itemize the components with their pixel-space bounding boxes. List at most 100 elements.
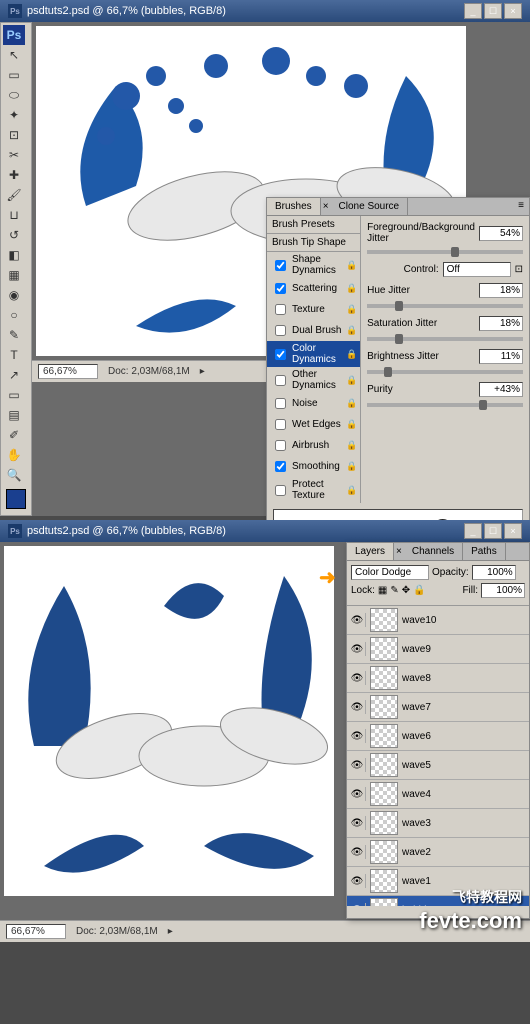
fgbg-slider[interactable] — [367, 250, 523, 254]
control-dropdown[interactable]: Off — [443, 262, 511, 277]
blend-mode-dropdown[interactable]: Color Dodge — [351, 565, 429, 580]
layer-thumbnail[interactable] — [370, 608, 398, 632]
tab-channels[interactable]: Channels — [404, 543, 463, 560]
minimize-button[interactable]: _ — [464, 3, 482, 19]
preset-dual-brush[interactable]: Dual Brush🔒 — [267, 320, 360, 341]
hand-tool-icon[interactable]: ✋ — [3, 445, 25, 465]
lock-icon[interactable]: 🔒 — [346, 461, 356, 472]
fgbg-jitter-value[interactable]: 54% — [479, 226, 523, 241]
close-button[interactable]: × — [504, 523, 522, 539]
zoom-level[interactable]: 66,67% — [38, 364, 98, 379]
preset-checkbox[interactable] — [275, 440, 286, 451]
visibility-eye-icon[interactable]: 👁 — [349, 700, 366, 714]
preset-protect-texture[interactable]: Protect Texture🔒 — [267, 477, 360, 503]
lock-icon[interactable]: 🔒 — [346, 398, 356, 409]
layer-thumbnail[interactable] — [370, 695, 398, 719]
layer-wave5[interactable]: 👁wave5 — [347, 751, 529, 780]
layer-thumbnail[interactable] — [370, 637, 398, 661]
layer-wave6[interactable]: 👁wave6 — [347, 722, 529, 751]
layer-thumbnail[interactable] — [370, 666, 398, 690]
eraser-tool-icon[interactable]: ◧ — [3, 245, 25, 265]
visibility-eye-icon[interactable]: 👁 — [349, 671, 366, 685]
preset-airbrush[interactable]: Airbrush🔒 — [267, 435, 360, 456]
preset-shape-dynamics[interactable]: Shape Dynamics🔒 — [267, 252, 360, 278]
preset-scattering[interactable]: Scattering🔒 — [267, 278, 360, 299]
purity-value[interactable]: +43% — [479, 382, 523, 397]
layer-wave3[interactable]: 👁wave3 — [347, 809, 529, 838]
lock-move-icon[interactable]: ✥ — [402, 585, 410, 596]
preset-texture[interactable]: Texture🔒 — [267, 299, 360, 320]
preset-checkbox[interactable] — [275, 325, 286, 336]
sat-jitter-value[interactable]: 18% — [479, 316, 523, 331]
blur-tool-icon[interactable]: ◉ — [3, 285, 25, 305]
visibility-eye-icon[interactable]: 👁 — [349, 613, 366, 627]
purity-slider[interactable] — [367, 403, 523, 407]
lock-icon[interactable]: 🔒 — [346, 375, 356, 386]
crop-tool-icon[interactable]: ⊡ — [3, 125, 25, 145]
dropdown-arrow-icon[interactable]: ▸ — [168, 926, 173, 937]
slice-tool-icon[interactable]: ✂ — [3, 145, 25, 165]
tip-shape-header[interactable]: Brush Tip Shape — [267, 234, 360, 252]
preset-checkbox[interactable] — [275, 398, 286, 409]
fill-value[interactable]: 100% — [481, 583, 525, 598]
maximize-button[interactable]: ☐ — [484, 3, 502, 19]
preset-checkbox[interactable] — [275, 260, 286, 271]
lock-icon[interactable]: 🔒 — [346, 349, 356, 360]
minimize-button[interactable]: _ — [464, 523, 482, 539]
foreground-color[interactable] — [6, 489, 26, 509]
lock-icon[interactable]: 🔒 — [346, 325, 356, 336]
gradient-tool-icon[interactable]: ▦ — [3, 265, 25, 285]
hue-slider[interactable] — [367, 304, 523, 308]
close-button[interactable]: × — [504, 3, 522, 19]
preset-color-dynamics[interactable]: Color Dynamics🔒 — [267, 341, 360, 367]
tab-layers[interactable]: Layers — [347, 543, 394, 560]
hue-jitter-value[interactable]: 18% — [479, 283, 523, 298]
layer-thumbnail[interactable] — [370, 840, 398, 864]
layer-thumbnail[interactable] — [370, 753, 398, 777]
zoom-level[interactable]: 66,67% — [6, 924, 66, 939]
layer-wave9[interactable]: 👁wave9 — [347, 635, 529, 664]
layer-thumbnail[interactable] — [370, 782, 398, 806]
presets-header[interactable]: Brush Presets — [267, 216, 360, 234]
heal-tool-icon[interactable]: ✚ — [3, 165, 25, 185]
marquee-tool-icon[interactable]: ▭ — [3, 65, 25, 85]
shape-tool-icon[interactable]: ▭ — [3, 385, 25, 405]
lock-brush-icon[interactable]: ✎ — [390, 585, 398, 596]
layer-wave2[interactable]: 👁wave2 — [347, 838, 529, 867]
layer-thumbnail[interactable] — [370, 898, 398, 906]
dropdown-arrow-icon[interactable]: ▸ — [200, 366, 205, 377]
lock-icon[interactable]: 🔒 — [346, 260, 356, 271]
dodge-tool-icon[interactable]: ○ — [3, 305, 25, 325]
pen-tool-icon[interactable]: ✎ — [3, 325, 25, 345]
sat-slider[interactable] — [367, 337, 523, 341]
visibility-eye-icon[interactable]: 👁 — [349, 729, 366, 743]
history-brush-icon[interactable]: ↺ — [3, 225, 25, 245]
stamp-tool-icon[interactable]: ⊔ — [3, 205, 25, 225]
preset-checkbox[interactable] — [275, 485, 286, 496]
brush-tool-icon[interactable]: 🖌 — [3, 185, 25, 205]
move-tool-icon[interactable]: ↖ — [3, 45, 25, 65]
preset-checkbox[interactable] — [275, 349, 286, 360]
type-tool-icon[interactable]: T — [3, 345, 25, 365]
layer-wave4[interactable]: 👁wave4 — [347, 780, 529, 809]
lock-icon[interactable]: 🔒 — [346, 304, 356, 315]
visibility-eye-icon[interactable]: 👁 — [349, 903, 366, 906]
lock-all-icon[interactable]: 🔒 — [413, 585, 425, 596]
preset-checkbox[interactable] — [275, 419, 286, 430]
preset-other-dynamics[interactable]: Other Dynamics🔒 — [267, 367, 360, 393]
visibility-eye-icon[interactable]: 👁 — [349, 816, 366, 830]
visibility-eye-icon[interactable]: 👁 — [349, 758, 366, 772]
lock-icon[interactable]: 🔒 — [346, 283, 356, 294]
layer-wave7[interactable]: 👁wave7 — [347, 693, 529, 722]
bright-slider[interactable] — [367, 370, 523, 374]
tab-clone-source[interactable]: Clone Source — [331, 198, 409, 215]
eyedropper-tool-icon[interactable]: ✐ — [3, 425, 25, 445]
layer-thumbnail[interactable] — [370, 724, 398, 748]
lock-icon[interactable]: 🔒 — [346, 419, 356, 430]
preset-noise[interactable]: Noise🔒 — [267, 393, 360, 414]
preset-checkbox[interactable] — [275, 304, 286, 315]
opacity-value[interactable]: 100% — [472, 565, 516, 580]
zoom-tool-icon[interactable]: 🔍 — [3, 465, 25, 485]
tab-brushes[interactable]: Brushes — [267, 198, 321, 215]
lock-transparency-icon[interactable]: ▦ — [378, 585, 387, 596]
